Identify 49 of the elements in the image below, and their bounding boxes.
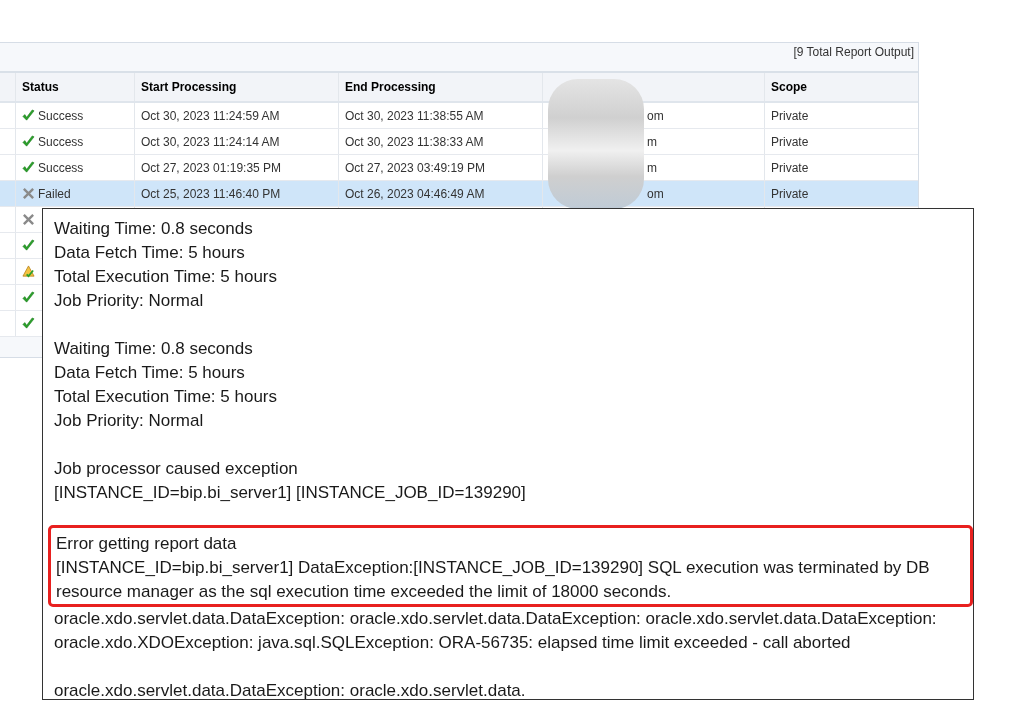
column-header[interactable]: Start Processing — [135, 73, 339, 101]
cross-icon — [22, 213, 35, 226]
tooltip-text: Error getting report data — [56, 533, 238, 555]
check-icon — [22, 317, 35, 330]
tooltip-text: Job processor caused exception — [54, 458, 299, 480]
table-cell: Oct 27, 2023 03:49:19 PM — [345, 160, 486, 175]
tooltip-text: Total Execution Time: 5 hours — [54, 266, 278, 288]
tooltip-text: Waiting Time: 0.8 seconds — [54, 218, 254, 240]
cross-icon — [22, 187, 35, 200]
table-cell: Oct 30, 2023 11:38:33 AM — [345, 134, 484, 149]
column-header[interactable]: End Processing — [339, 73, 543, 101]
table-cell: Oct 27, 2023 01:19:35 PM — [141, 160, 282, 175]
tooltip-text: Data Fetch Time: 5 hours — [54, 362, 246, 384]
table-cell: om — [647, 108, 664, 123]
table-cell: Private — [771, 134, 809, 149]
status-text: Success — [38, 134, 84, 149]
check-icon — [22, 239, 35, 252]
tooltip-text: Job Priority: Normal — [54, 290, 205, 312]
table-cell: Private — [771, 108, 809, 123]
table-cell: Oct 25, 2023 11:46:40 PM — [141, 186, 281, 201]
column-header[interactable]: Scope — [765, 73, 918, 101]
tooltip-text: Waiting Time: 0.8 seconds — [54, 338, 254, 360]
table-cell: m — [647, 134, 657, 149]
table-cell: Private — [771, 160, 809, 175]
check-icon — [22, 291, 35, 304]
tooltip-text: Total Execution Time: 5 hours — [54, 386, 278, 408]
total-count: [9 Total Report Output] — [793, 45, 914, 59]
table-cell: Oct 30, 2023 11:38:55 AM — [345, 108, 484, 123]
table-cell: Oct 26, 2023 04:46:49 AM — [345, 186, 485, 201]
warning-icon — [22, 265, 35, 278]
column-header[interactable]: Status — [16, 73, 135, 101]
table-cell: om — [647, 186, 664, 201]
tooltip-text: oracle.xdo.servlet.data.DataException: oracle.xdo.servlet.data. — [54, 680, 527, 699]
table-row[interactable]: Failed Oct 25, 2023 11:46:40 PM Oct 26, 2023 04:46:49 AM om Private — [0, 181, 918, 207]
status-text: Failed — [38, 186, 71, 201]
tooltip-text: [INSTANCE_ID=bip.bi_server1] [INSTANCE_JOB_ID=139290] — [54, 482, 527, 504]
tooltip-text: Data Fetch Time: 5 hours — [54, 242, 246, 264]
table-cell: m — [647, 160, 657, 175]
status-text: Success — [38, 108, 84, 123]
check-icon — [22, 161, 35, 174]
tooltip-text: [INSTANCE_ID=bip.bi_server1] DataException:[INSTANCE_JOB_ID=139290] SQL execution was terminated by DB resource manager as the sql execution time exceeded the limit of 18000 seconds. — [56, 557, 931, 603]
table-cell: Oct 30, 2023 11:24:59 AM — [141, 108, 280, 123]
table-cell: Private — [771, 186, 809, 201]
status-text: Success — [38, 160, 84, 175]
check-icon — [22, 135, 35, 148]
tooltip-text: oracle.xdo.servlet.data.DataException: oracle.xdo.servlet.data.DataException: oracle.xdo.servlet.data.DataException: oracle.xdo.XDOException: java.sql.SQLException: ORA-56735: elapsed time limit exceeded - call aborted — [54, 608, 938, 654]
check-icon — [22, 109, 35, 122]
table-cell: Oct 30, 2023 11:24:14 AM — [141, 134, 280, 149]
tooltip-text: Job Priority: Normal — [54, 410, 205, 432]
